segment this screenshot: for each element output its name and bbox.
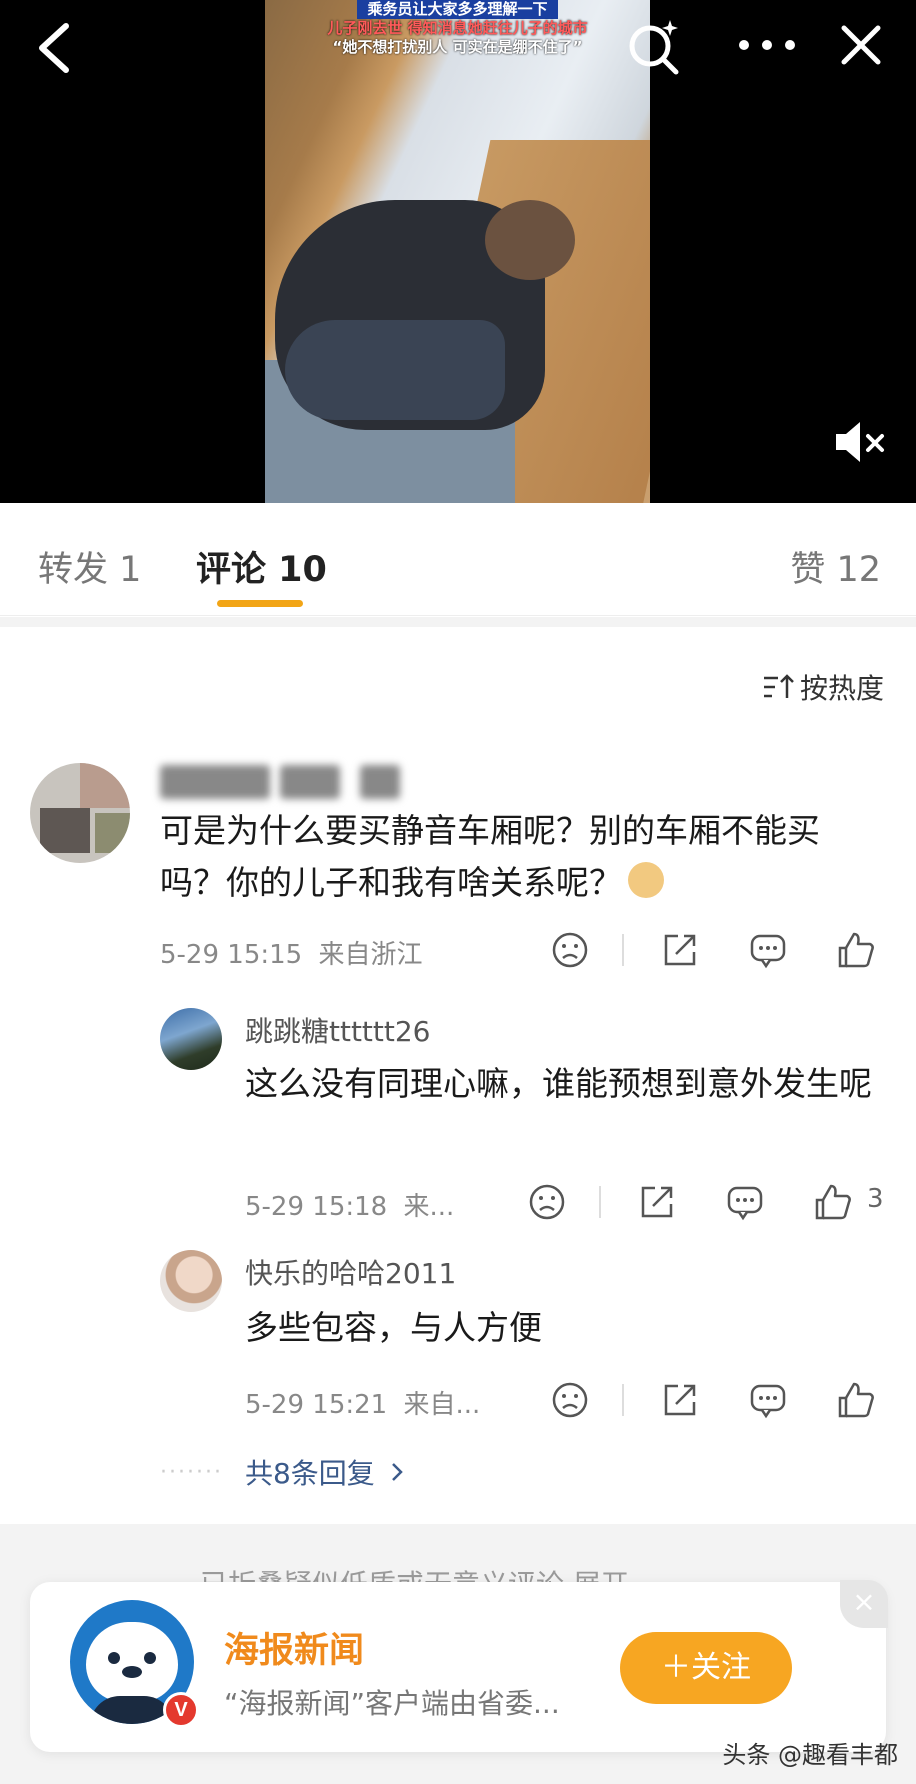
account-description: “海报新闻”客户端由省委... xyxy=(224,1687,560,1720)
reply-username[interactable]: 跳跳糖tttttt26 xyxy=(245,1010,431,1050)
more-replies-link[interactable]: ······· 共8条回复 xyxy=(160,1452,409,1492)
account-name[interactable]: 海报新闻 xyxy=(224,1622,364,1673)
share-icon[interactable] xyxy=(660,930,700,970)
reply-location: 来自... xyxy=(403,1390,481,1420)
caption-line-2: 儿子刚去世 得知消息她赶往儿子的城市 xyxy=(327,19,588,37)
follow-card[interactable]: V 海报新闻 “海报新闻”客户端由省委... ＋关注 × xyxy=(30,1580,888,1752)
active-tab-indicator xyxy=(217,600,303,607)
reply-icon[interactable] xyxy=(748,1380,788,1420)
close-icon[interactable] xyxy=(836,20,886,70)
comment-text: 可是为什么要买静音车厢呢？别的车厢不能买吗？你的儿子和我有啥关系呢？ xyxy=(160,805,870,909)
chevron-right-icon xyxy=(391,1463,403,1481)
reply-actions xyxy=(550,1380,880,1420)
reply-icon[interactable] xyxy=(748,930,788,970)
video-caption: 乘务员让大家多多理解一下 儿子刚去世 得知消息她赶往儿子的城市 “她不想打扰别人… xyxy=(265,0,650,57)
dotted-line-icon: ······· xyxy=(160,1459,223,1485)
reply-avatar[interactable] xyxy=(160,1250,222,1312)
comment-time: 5-29 15:15 xyxy=(160,940,303,970)
doge-emoji-icon xyxy=(628,862,664,898)
reply-actions: 3 xyxy=(527,1182,887,1222)
section-divider xyxy=(0,617,916,627)
more-icon[interactable] xyxy=(732,20,802,70)
watermark: 头条 @趣看丰都 xyxy=(722,1741,898,1769)
comment-actions xyxy=(550,930,880,970)
tab-comment[interactable]: 评论 10 xyxy=(196,541,327,592)
ai-search-icon[interactable] xyxy=(624,16,684,76)
comment-location: 来自浙江 xyxy=(318,940,423,970)
like-icon[interactable] xyxy=(813,1182,853,1222)
reply-icon[interactable] xyxy=(725,1182,765,1222)
sort-label: 按热度 xyxy=(799,672,884,705)
dislike-face-icon[interactable] xyxy=(550,930,590,970)
tab-like[interactable]: 赞 12 xyxy=(790,541,881,592)
reply-location: 来... xyxy=(403,1192,455,1222)
follow-button[interactable]: ＋关注 xyxy=(620,1632,792,1704)
caption-line-1: 乘务员让大家多多理解一下 xyxy=(357,0,558,19)
dislike-face-icon[interactable] xyxy=(527,1182,567,1222)
share-icon[interactable] xyxy=(637,1182,677,1222)
blurred-username[interactable] xyxy=(160,765,440,799)
reply-username[interactable]: 快乐的哈哈2011 xyxy=(245,1252,456,1292)
tab-repost[interactable]: 转发 1 xyxy=(38,541,141,592)
avatar[interactable] xyxy=(30,763,130,863)
video-frame: 乘务员让大家多多理解一下 儿子刚去世 得知消息她赶往儿子的城市 “她不想打扰别人… xyxy=(265,0,650,503)
reply-time: 5-29 15:18 xyxy=(245,1192,388,1222)
caption-line-3: “她不想打扰别人 可实在是绷不住了” xyxy=(332,38,583,56)
back-icon[interactable] xyxy=(30,18,80,78)
reply-meta: 5-29 15:18 来... xyxy=(245,1186,454,1223)
tab-bar: 转发 1 评论 10 赞 12 xyxy=(0,503,916,616)
comment-meta: 5-29 15:15 来自浙江 xyxy=(160,934,422,971)
sort-toggle[interactable]: 按热度 xyxy=(762,667,884,707)
verified-badge-icon: V xyxy=(163,1692,199,1728)
mute-icon[interactable] xyxy=(830,412,890,472)
video-player[interactable]: 乘务员让大家多多理解一下 儿子刚去世 得知消息她赶往儿子的城市 “她不想打扰别人… xyxy=(0,0,916,503)
reply-text: 多些包容，与人方便 xyxy=(245,1308,542,1347)
dislike-face-icon[interactable] xyxy=(550,1380,590,1420)
reply-avatar[interactable] xyxy=(160,1008,222,1070)
card-close-icon[interactable]: × xyxy=(840,1580,888,1628)
comment-body: 可是为什么要买静音车厢呢？别的车厢不能买吗？你的儿子和我有啥关系呢？ xyxy=(160,811,820,902)
like-count: 3 xyxy=(867,1184,884,1214)
reply-time: 5-29 15:21 xyxy=(245,1390,388,1420)
share-icon[interactable] xyxy=(660,1380,700,1420)
more-replies-label: 共8条回复 xyxy=(244,1457,375,1490)
reply-text: 这么没有同理心嘛，谁能预想到意外发生呢 xyxy=(245,1064,872,1103)
like-icon[interactable] xyxy=(836,1380,876,1420)
like-icon[interactable] xyxy=(836,930,876,970)
sort-icon xyxy=(763,674,794,698)
reply-meta: 5-29 15:21 来自... xyxy=(245,1384,480,1421)
